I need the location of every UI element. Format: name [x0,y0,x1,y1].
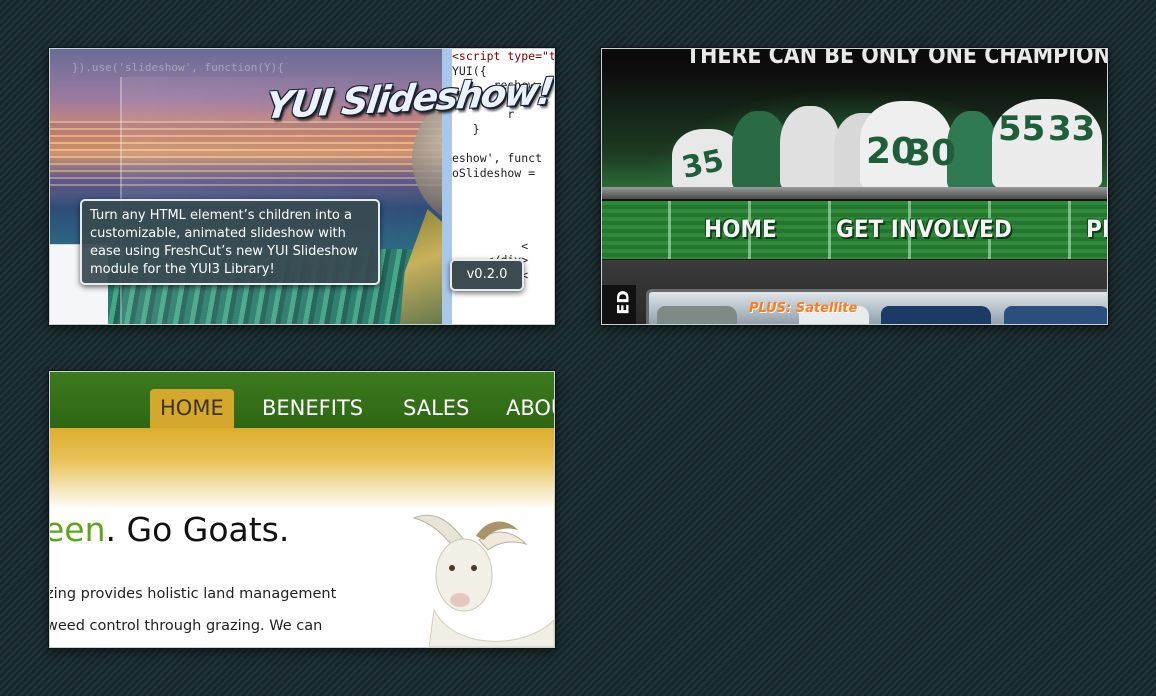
code-line: eshow', funct [452,151,543,166]
nav-rail [602,187,1107,199]
nav-item-pr[interactable]: PR [1086,215,1107,243]
jersey-number: 55 [998,109,1046,149]
car-image [1004,306,1107,324]
nav-item-home[interactable]: HOME [704,215,777,243]
car-image [657,306,737,324]
goats-nav-bar: HOME BENEFITS SALES ABOU [50,372,554,428]
headline-rest: . Go Goats. [105,510,290,549]
cars-banner[interactable]: PLUS: Satellite [646,289,1107,324]
code-line: <script type="text/javascr [452,49,554,63]
goat-image [412,514,554,647]
thumbnail-football[interactable]: 35 20 30 55 33 THERE CAN BE ONLY ONE CHA… [601,48,1108,325]
side-tab[interactable]: ED [602,285,636,324]
body-text-line: zing provides holistic land management [49,586,337,602]
team-photo: 35 20 30 55 33 [602,71,1107,189]
car-image [881,306,991,324]
nav-tab-sales[interactable]: SALES [403,389,469,428]
player-figure [732,111,787,189]
code-line: oSlideshow = [452,165,536,180]
ghost-code-text: }).use('slideshow', function(Y){ [72,61,284,74]
banner-text: PLUS: Satellite [749,301,858,316]
version-badge: v0.2.0 [450,259,524,291]
nav-tab-home[interactable]: HOME [150,389,234,428]
thumbnail-yui-slideshow[interactable]: }).use('slideshow', function(Y){ <script… [49,48,555,325]
nav-tab-about[interactable]: ABOU [506,389,554,428]
headline: een. Go Goats. [49,510,290,549]
nav-item-get-involved[interactable]: GET INVOLVED [836,215,1012,243]
headline-green: een [49,510,106,549]
side-tab-label: ED [613,290,633,315]
jersey-number: 30 [906,133,957,174]
player-figure [780,106,840,189]
code-line: < [452,238,529,253]
thumbnail-goats[interactable]: HOME BENEFITS SALES ABOU een. Go Goats. … [49,371,555,648]
code-line: } [452,121,480,136]
jersey-number: 33 [1048,109,1096,149]
slogan-heading: THERE CAN BE ONLY ONE CHAMPION [686,48,1108,69]
nav-tab-benefits[interactable]: BENEFITS [262,389,363,428]
gold-gradient-band [50,428,554,510]
body-text-line: weed control through grazing. We can [49,618,323,634]
football-nav-bar: HOME GET INVOLVED PR [602,199,1107,262]
description-tooltip: Turn any HTML element’s children into a … [80,199,380,285]
